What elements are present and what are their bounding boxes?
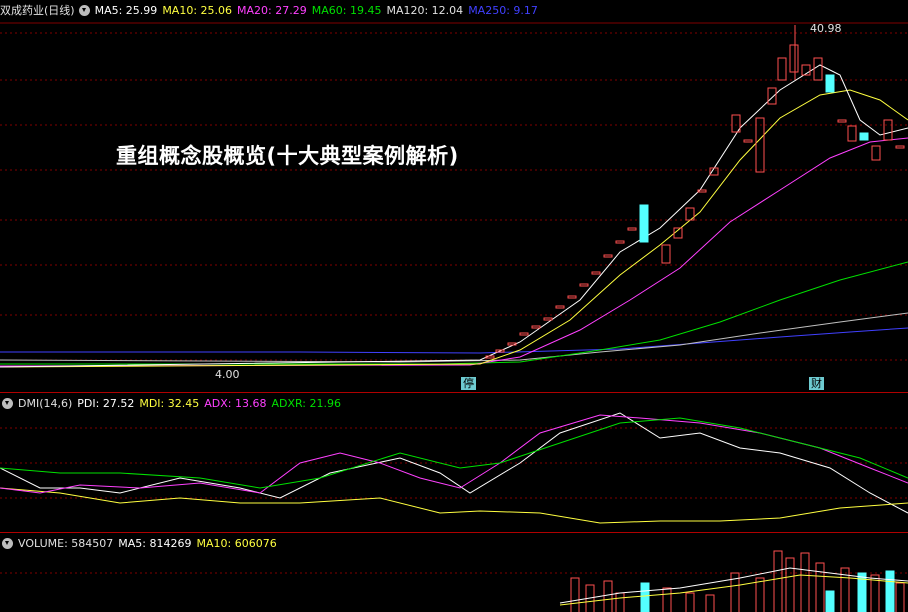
price-panel[interactable]: 双成药业(日线) MA5: 25.99 MA10: 25.06 MA20: 27.29… <box>0 0 908 392</box>
dmi-panel[interactable]: DMI(14,6) PDI: 27.52 MDI: 32.45 ADX: 13.68 A… <box>0 392 908 532</box>
price-indicator-header: 双成药业(日线) MA5: 25.99 MA10: 25.06 MA20: 27.29… <box>0 0 543 22</box>
adx-value: ADX: 13.68 <box>204 397 267 410</box>
vol-ma5-value: MA5: 814269 <box>118 537 192 550</box>
candle <box>895 145 905 149</box>
ma60-value: MA60: 19.45 <box>311 4 382 17</box>
candle <box>567 295 577 299</box>
volume-bar <box>615 592 625 612</box>
candle <box>883 119 893 141</box>
candle <box>755 117 765 173</box>
ma5-line <box>0 64 908 368</box>
ma10-line <box>0 89 908 368</box>
candle <box>743 139 753 143</box>
candle <box>603 254 613 258</box>
candle <box>871 145 881 161</box>
candle <box>661 244 671 264</box>
volume-bar <box>815 562 825 612</box>
low-price-label: 4.00 <box>215 368 240 381</box>
volume-bar <box>825 590 835 612</box>
ma10-value: MA10: 25.06 <box>162 4 233 17</box>
adxr-value: ADXR: 21.96 <box>271 397 341 410</box>
volume-bar <box>755 577 765 612</box>
volume-bar <box>705 594 715 612</box>
price-chart[interactable] <box>0 0 908 392</box>
dmi-name: DMI(14,6) <box>18 397 73 410</box>
candle <box>579 283 589 287</box>
ma20-value: MA20: 27.29 <box>237 4 307 17</box>
volume-bar <box>685 592 695 612</box>
dmi-indicator-header: DMI(14,6) PDI: 27.52 MDI: 32.45 ADX: 13.68 A… <box>0 393 346 415</box>
ma120-value: MA120: 12.04 <box>386 4 464 17</box>
candle <box>591 271 601 275</box>
candle <box>825 74 835 93</box>
volume-bar <box>570 577 580 612</box>
stock-title: 双成药业(日线) <box>0 4 75 17</box>
candle <box>627 227 637 231</box>
ma5-value: MA5: 25.99 <box>94 4 158 17</box>
dropdown-icon[interactable] <box>2 398 13 409</box>
candle <box>777 57 787 81</box>
high-price-label: 40.98 <box>810 22 842 35</box>
candle <box>767 87 777 105</box>
adx-line <box>0 414 908 494</box>
candle <box>837 119 847 123</box>
volume-bar <box>773 550 783 612</box>
finance-tag[interactable]: 财 <box>809 377 824 390</box>
candle <box>813 57 823 81</box>
dropdown-icon[interactable] <box>78 5 90 16</box>
pdi-value: PDI: 27.52 <box>77 397 135 410</box>
candle <box>615 240 625 244</box>
ma250-value: MA250: 9.17 <box>468 4 538 17</box>
candle <box>859 132 869 141</box>
volume-bar <box>662 587 672 612</box>
candle <box>543 317 553 321</box>
suspend-tag[interactable]: 停 <box>461 377 476 390</box>
volume-bar <box>800 552 810 612</box>
volume-bar <box>885 570 895 612</box>
candle <box>531 325 541 329</box>
volume-name: VOLUME: 584507 <box>18 537 114 550</box>
overlay-title: 重组概念股概览(十大典型案例解析) <box>116 144 459 168</box>
candle <box>519 332 529 336</box>
dropdown-icon[interactable] <box>2 538 13 549</box>
volume-bar <box>785 557 795 612</box>
volume-bar <box>603 580 613 612</box>
volume-bar <box>895 582 905 612</box>
volume-panel[interactable]: VOLUME: 584507 MA5: 814269 MA10: 606076 <box>0 532 908 612</box>
candle <box>789 44 799 73</box>
mdi-value: MDI: 32.45 <box>139 397 200 410</box>
candle <box>847 125 857 142</box>
volume-indicator-header: VOLUME: 584507 MA5: 814269 MA10: 606076 <box>0 533 282 555</box>
candle <box>639 204 649 243</box>
mdi-line <box>0 487 908 524</box>
candle <box>555 305 565 309</box>
vol-ma10-value: MA10: 606076 <box>196 537 277 550</box>
ma60-line <box>0 261 908 365</box>
volume-bar <box>640 582 650 612</box>
